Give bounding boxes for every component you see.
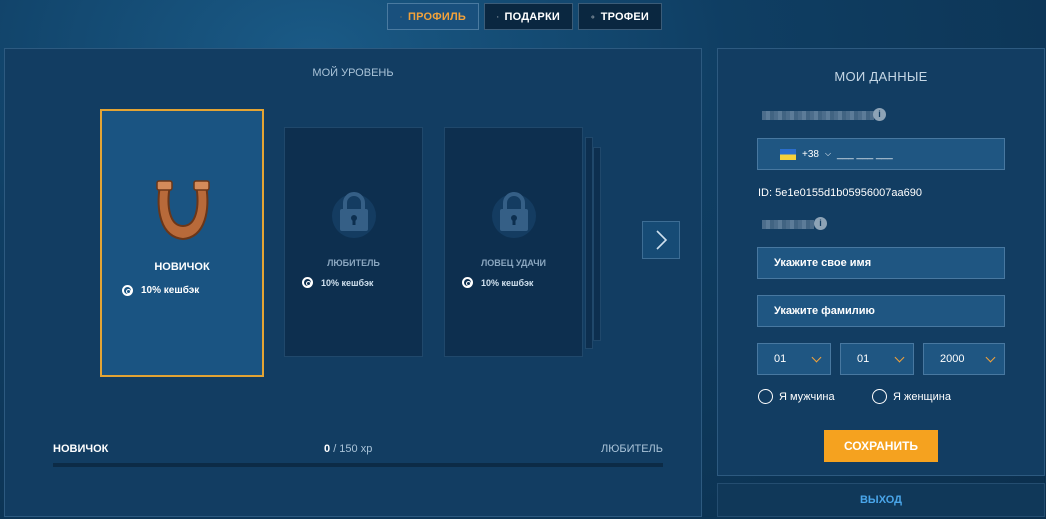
- lock-icon: [332, 192, 376, 238]
- current-level-label: НОВИЧОК: [53, 443, 109, 455]
- level-card-amateur[interactable]: ЛЮБИТЕЛЬ 10% кешбэк: [284, 127, 423, 357]
- info-icon[interactable]: i: [873, 108, 886, 121]
- level-card-novice[interactable]: НОВИЧОК 10% кешбэк: [100, 109, 264, 377]
- gender-male-radio[interactable]: Я мужчина: [758, 389, 835, 404]
- next-level-label: ЛЮБИТЕЛЬ: [601, 443, 663, 455]
- coin-icon: [122, 285, 133, 296]
- birth-year-select[interactable]: 2000: [923, 343, 1005, 375]
- last-name-field[interactable]: Укажите фамилию: [757, 295, 1005, 327]
- level-panel: МОЙ УРОВЕНЬ НОВИЧОК 10% кешбэк ЛЮБИТЕЛЬ …: [4, 48, 702, 517]
- cashback-text: 10% кешбэк: [481, 277, 534, 288]
- tab-gifts[interactable]: ПОДАРКИ: [484, 3, 573, 30]
- phone-input[interactable]: +38 ⌵ ___ ___ ___: [757, 138, 1005, 170]
- top-tabs: ПРОФИЛЬ ПОДАРКИ ТРОФЕИ: [387, 3, 662, 30]
- blurred-label: [762, 220, 814, 229]
- tab-label: ПРОФИЛЬ: [408, 10, 466, 23]
- chevron-down-icon: [894, 352, 905, 362]
- cashback-info: 10% кешбэк: [302, 277, 373, 288]
- tab-profile[interactable]: ПРОФИЛЬ: [387, 3, 479, 30]
- coin-icon: [462, 277, 473, 288]
- my-data-title: МОИ ДАННЫЕ: [834, 69, 928, 84]
- info-icon[interactable]: i: [814, 217, 827, 230]
- level-card-lucky-hunter[interactable]: ЛОВЕЦ УДАЧИ 10% кешбэк: [444, 127, 583, 357]
- gender-male-label: Я мужчина: [779, 390, 835, 403]
- cashback-info: 10% кешбэк: [122, 285, 199, 296]
- chevron-down-icon: [985, 352, 996, 362]
- card-stack-shadow: [585, 137, 593, 349]
- tab-trophies[interactable]: ТРОФЕИ: [578, 3, 662, 30]
- cashback-text: 10% кешбэк: [321, 277, 374, 288]
- birth-day-select[interactable]: 01: [757, 343, 831, 375]
- xp-progress-bar: [53, 463, 663, 467]
- level-name: ЛОВЕЦ УДАЧИ: [480, 258, 547, 268]
- blurred-label: [762, 111, 874, 120]
- level-name: НОВИЧОК: [154, 261, 210, 273]
- xp-total: / 150 xp: [333, 443, 373, 455]
- logout-button[interactable]: ВЫХОД: [717, 483, 1045, 517]
- chevron-right-icon: [656, 230, 668, 250]
- birth-month-select[interactable]: 01: [840, 343, 914, 375]
- phone-mask: ___ ___ ___: [837, 148, 893, 160]
- birth-year-value: 2000: [940, 353, 965, 365]
- birth-day-value: 01: [774, 353, 787, 365]
- level-name: ЛЮБИТЕЛЬ: [327, 258, 380, 268]
- tab-label: ПОДАРКИ: [504, 10, 560, 23]
- lock-icon: [492, 192, 536, 238]
- ukraine-flag-icon: [780, 148, 796, 160]
- gender-female-radio[interactable]: Я женщина: [872, 389, 951, 404]
- gift-icon: [497, 15, 499, 18]
- first-name-field[interactable]: Укажите свое имя: [757, 247, 1005, 279]
- coin-icon: [302, 277, 313, 288]
- save-button[interactable]: СОХРАНИТЬ: [824, 430, 938, 462]
- cashback-info: 10% кешбэк: [462, 277, 533, 288]
- xp-counter: 0 / 150 xp: [324, 443, 372, 455]
- horseshoe-icon: [156, 180, 210, 241]
- birth-month-value: 01: [857, 353, 870, 365]
- level-title: МОЙ УРОВЕНЬ: [312, 67, 394, 79]
- cashback-text: 10% кешбэк: [141, 285, 200, 296]
- card-stack-shadow: [593, 147, 601, 341]
- phone-code: +38: [802, 148, 819, 160]
- my-data-panel: МОИ ДАННЫЕ i +38 ⌵ ___ ___ ___ ID: 5e1e0…: [717, 48, 1045, 476]
- trophy-icon: [591, 15, 595, 18]
- user-icon: [400, 15, 402, 18]
- xp-current: 0: [324, 443, 331, 455]
- radio-circle[interactable]: [758, 389, 773, 404]
- chevron-down-icon: [811, 352, 822, 362]
- tab-label: ТРОФЕИ: [600, 10, 649, 23]
- user-id: ID: 5e1e0155d1b05956007aa690: [758, 187, 922, 199]
- next-level-button[interactable]: [642, 221, 680, 259]
- radio-circle[interactable]: [872, 389, 887, 404]
- chevron-down-icon[interactable]: ⌵: [825, 149, 831, 159]
- gender-female-label: Я женщина: [893, 390, 951, 403]
